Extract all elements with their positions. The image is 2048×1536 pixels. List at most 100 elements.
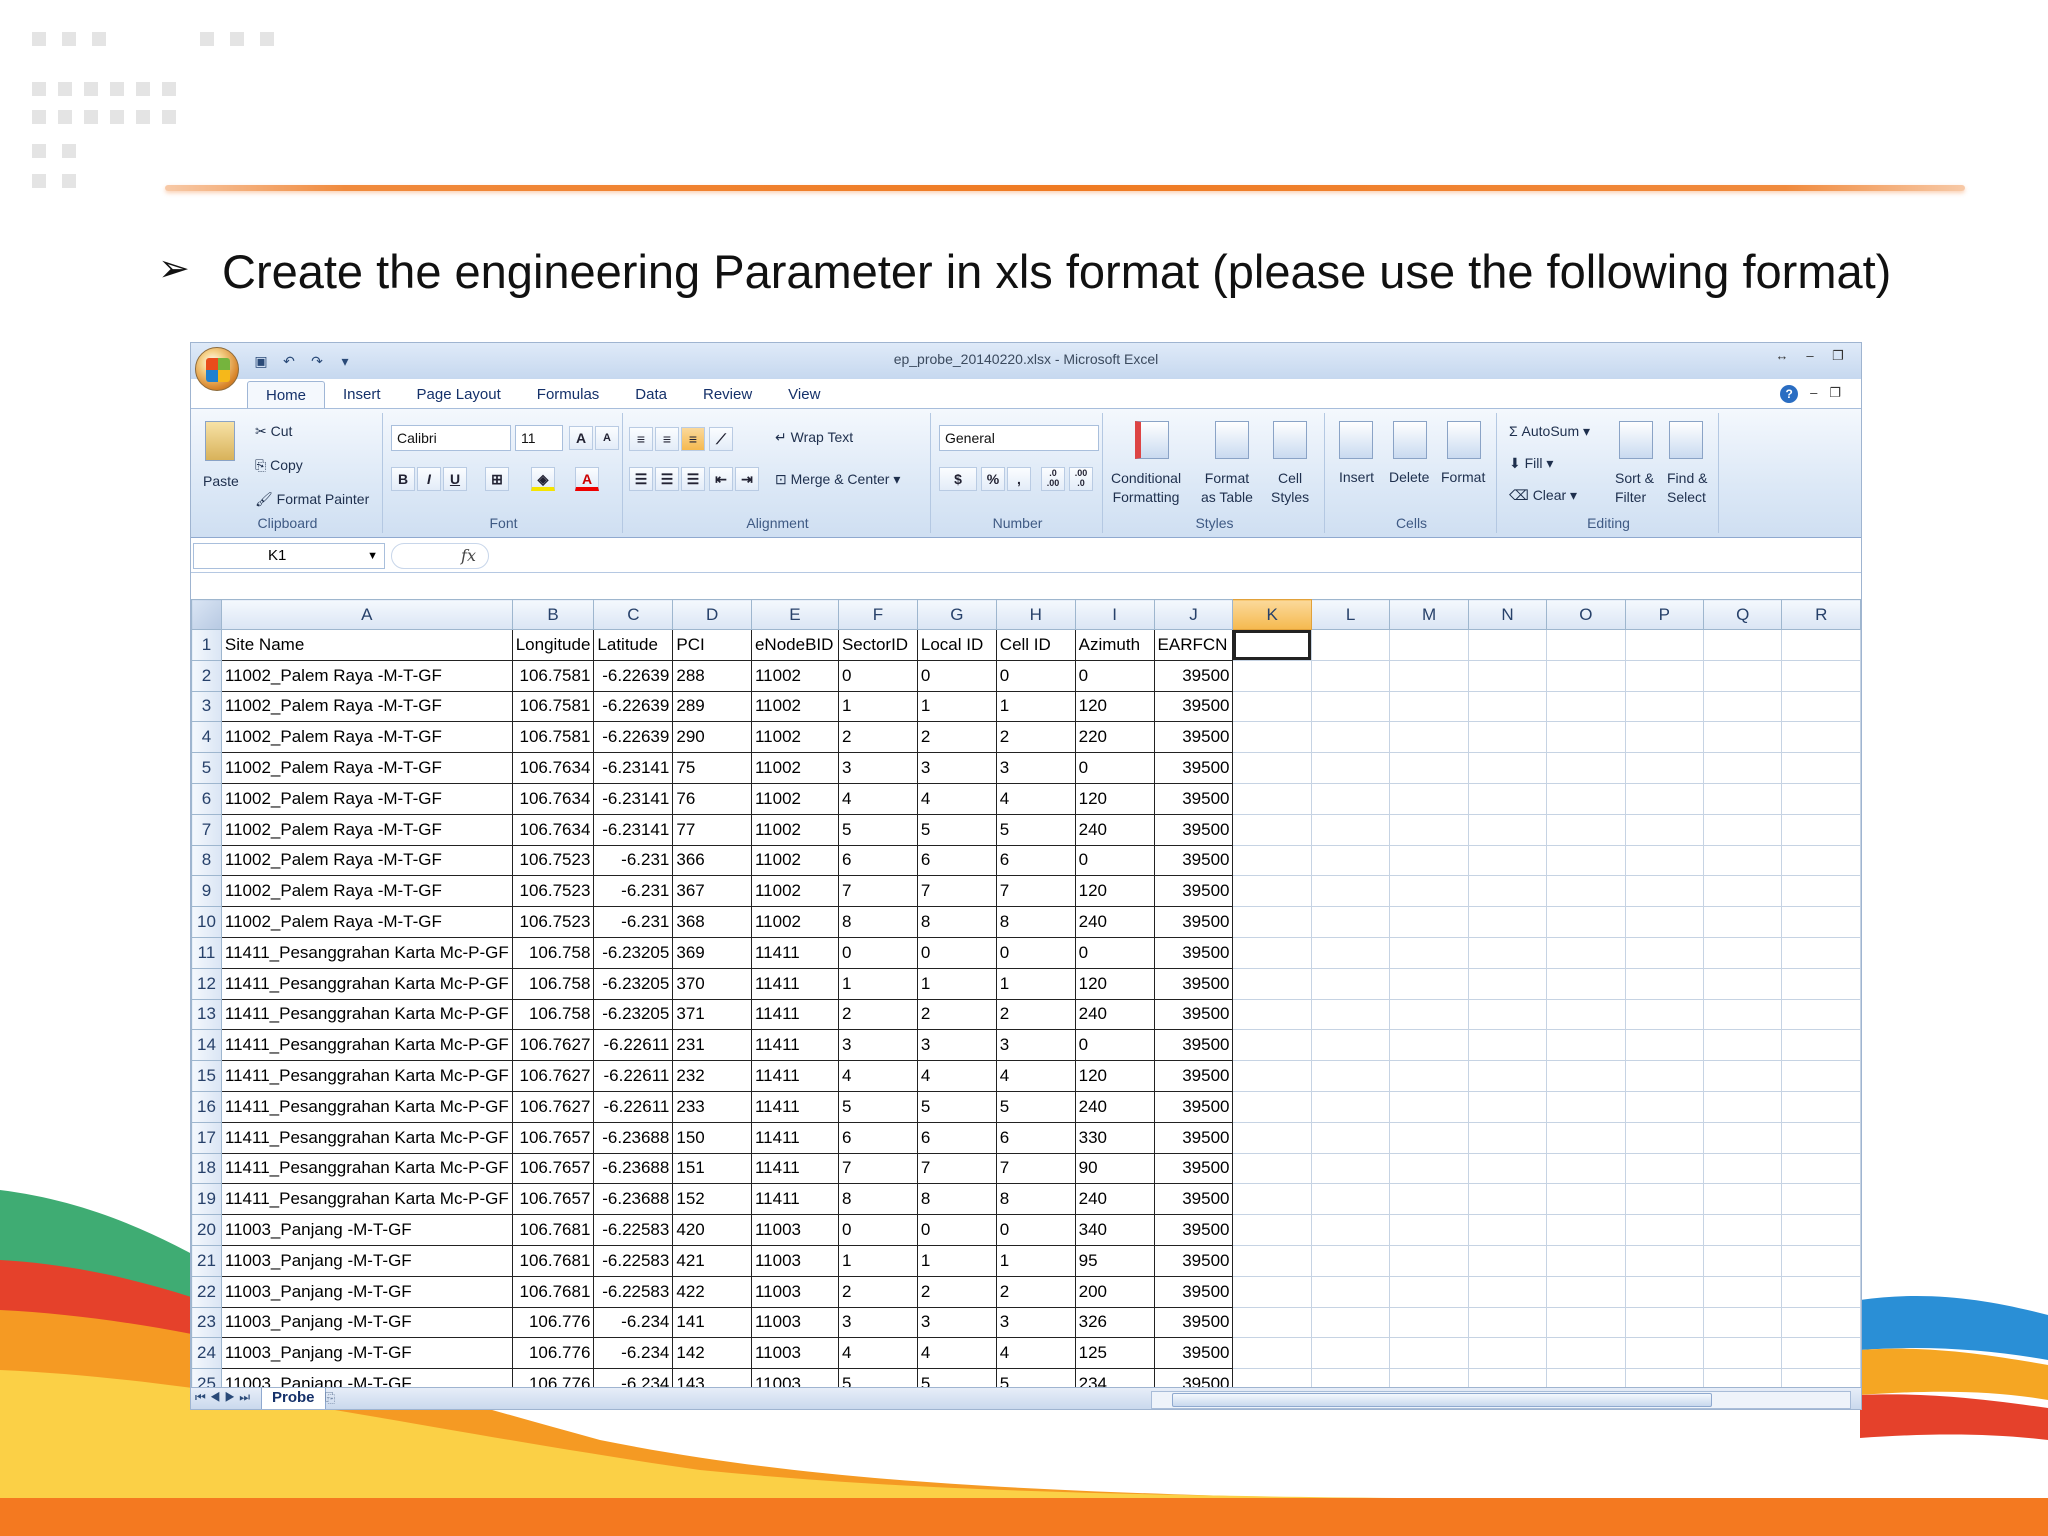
data-cell[interactable]: 39500 [1153,1029,1234,1062]
row-number[interactable]: 5 [191,752,222,784]
header-cell[interactable]: PCI [672,629,752,661]
horizontal-scrollbar[interactable] [1151,1391,1851,1409]
data-cell[interactable]: 289 [672,690,752,723]
empty-cell[interactable] [1703,813,1783,846]
data-cell[interactable]: 7 [995,1152,1076,1185]
column-header-m[interactable]: M [1389,599,1469,630]
empty-cell[interactable] [1781,1214,1861,1246]
empty-cell[interactable] [1624,1244,1705,1277]
data-cell[interactable]: 106.7523 [511,844,595,877]
data-cell[interactable]: 8 [995,1183,1076,1216]
underline-button[interactable]: U [443,467,467,491]
office-button[interactable] [195,347,239,391]
empty-cell[interactable] [1546,1214,1626,1246]
data-cell[interactable]: 11411_Pesanggrahan Karta Mc-P-GF [220,1152,513,1185]
empty-cell[interactable] [1781,906,1861,938]
data-cell[interactable]: 11003 [750,1337,839,1370]
data-cell[interactable]: 5 [995,813,1076,846]
wrap-text-button[interactable]: ↵ Wrap Text [775,429,853,446]
empty-cell[interactable] [1624,1306,1705,1339]
tab-view[interactable]: View [770,381,838,409]
empty-cell[interactable] [1467,1029,1548,1062]
empty-cell[interactable] [1389,659,1469,692]
row-number[interactable]: 14 [191,1029,222,1062]
data-cell[interactable]: 11411_Pesanggrahan Karta Mc-P-GF [220,1090,513,1123]
sheet-tab-probe[interactable]: Probe [261,1388,326,1409]
data-cell[interactable]: 11411_Pesanggrahan Karta Mc-P-GF [220,1060,513,1092]
empty-cell[interactable] [1781,782,1861,815]
data-cell[interactable]: 0 [1074,659,1155,692]
empty-cell[interactable] [1467,1244,1548,1277]
empty-cell[interactable] [1232,813,1312,846]
empty-cell[interactable] [1781,1368,1861,1387]
data-cell[interactable]: 106.7657 [511,1183,595,1216]
empty-cell[interactable] [1546,998,1626,1031]
data-cell[interactable]: 233 [672,1090,752,1123]
shrink-font-button[interactable]: A [595,426,619,450]
empty-cell[interactable] [1310,1275,1391,1308]
column-header-f[interactable]: F [837,599,918,630]
empty-cell[interactable] [1546,1152,1626,1185]
data-cell[interactable]: 11411 [750,1183,839,1216]
empty-cell[interactable] [1389,1029,1469,1062]
empty-cell[interactable] [1232,906,1312,938]
data-cell[interactable]: 39500 [1153,936,1234,969]
empty-cell[interactable] [1232,1337,1312,1370]
data-cell[interactable]: 11411 [750,1060,839,1092]
row-number[interactable]: 6 [191,782,222,815]
empty-cell[interactable] [1624,998,1705,1031]
empty-cell[interactable] [1546,1275,1626,1308]
data-cell[interactable]: -6.23205 [593,998,674,1031]
column-header-d[interactable]: D [672,599,752,630]
data-cell[interactable]: 120 [1074,875,1155,908]
data-cell[interactable]: 75 [672,752,752,784]
empty-cell[interactable] [1781,1152,1861,1185]
empty-cell[interactable] [1389,1152,1469,1185]
data-cell[interactable]: 11411 [750,1090,839,1123]
empty-cell[interactable] [1467,906,1548,938]
data-cell[interactable]: 3 [916,1306,997,1339]
row-number[interactable]: 2 [191,659,222,692]
data-cell[interactable]: 106.7634 [511,782,595,815]
data-cell[interactable]: 11002 [750,906,839,938]
data-cell[interactable]: 106.7523 [511,875,595,908]
sheet-nav-arrows-icon[interactable]: ⏮◀▶⏭ [195,1390,254,1405]
data-cell[interactable]: 11411_Pesanggrahan Karta Mc-P-GF [220,998,513,1031]
empty-cell[interactable] [1781,629,1861,661]
row-number[interactable]: 9 [191,875,222,908]
data-cell[interactable]: 151 [672,1152,752,1185]
data-cell[interactable]: 39500 [1153,844,1234,877]
fx-icon[interactable]: fx [391,543,489,569]
data-cell[interactable]: 95 [1074,1244,1155,1277]
row-number[interactable]: 13 [191,998,222,1031]
data-cell[interactable]: 6 [837,1121,918,1154]
empty-cell[interactable] [1546,782,1626,815]
data-cell[interactable]: -6.22611 [593,1090,674,1123]
empty-cell[interactable] [1310,936,1391,969]
data-cell[interactable]: 120 [1074,1060,1155,1092]
empty-cell[interactable] [1467,1306,1548,1339]
data-cell[interactable]: 3 [916,752,997,784]
data-cell[interactable]: 421 [672,1244,752,1277]
empty-cell[interactable] [1389,1090,1469,1123]
data-cell[interactable]: 11411 [750,998,839,1031]
data-cell[interactable]: 39500 [1153,721,1234,754]
empty-cell[interactable] [1703,844,1783,877]
empty-cell[interactable] [1310,844,1391,877]
data-cell[interactable]: 3 [916,1029,997,1062]
header-cell[interactable]: Site Name [220,629,513,661]
empty-cell[interactable] [1546,967,1626,1000]
data-cell[interactable]: 3 [995,1306,1076,1339]
empty-cell[interactable] [1467,659,1548,692]
data-cell[interactable]: 5 [995,1090,1076,1123]
data-cell[interactable]: 11002_Palem Raya -M-T-GF [220,782,513,815]
data-cell[interactable]: 240 [1074,998,1155,1031]
empty-cell[interactable] [1781,844,1861,877]
data-cell[interactable]: 120 [1074,782,1155,815]
name-box[interactable]: K1 ▼ [193,543,385,569]
empty-cell[interactable] [1703,1368,1783,1387]
data-cell[interactable]: -6.23688 [593,1152,674,1185]
empty-cell[interactable] [1389,1368,1469,1387]
empty-cell[interactable] [1624,1183,1705,1216]
data-cell[interactable]: 7 [995,875,1076,908]
